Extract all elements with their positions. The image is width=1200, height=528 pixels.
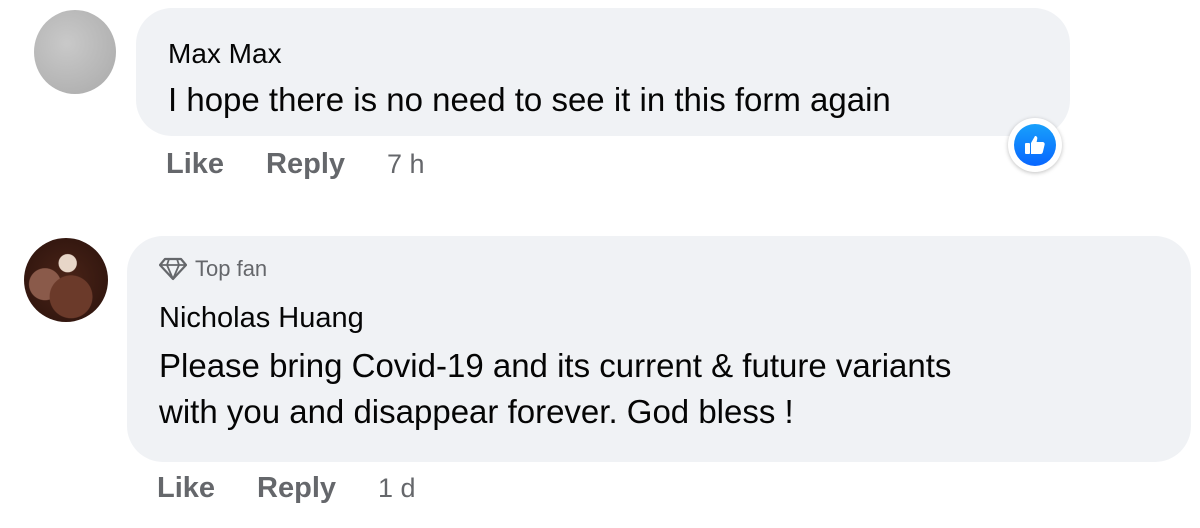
comment-bubble: Top fan Nicholas Huang Please bring Covi…: [127, 236, 1191, 462]
reply-button[interactable]: Reply: [266, 148, 345, 181]
like-button[interactable]: Like: [157, 472, 215, 505]
reaction-badge[interactable]: [1008, 118, 1062, 172]
reply-button[interactable]: Reply: [257, 472, 336, 505]
comment-text: Please bring Covid-19 and its current & …: [159, 343, 951, 435]
comment-author[interactable]: Nicholas Huang: [159, 302, 364, 335]
comment-text-line: with you and disappear forever. God bles…: [159, 393, 794, 430]
avatar[interactable]: [24, 238, 108, 322]
comment-timestamp[interactable]: 1 d: [378, 473, 416, 504]
comments-section: Max Max I hope there is no need to see i…: [0, 0, 1200, 528]
comment-text-line: Please bring Covid-19 and its current & …: [159, 347, 952, 384]
top-fan-badge: Top fan: [158, 256, 268, 282]
thumbs-up-icon: [1014, 124, 1056, 166]
top-fan-label: Top fan: [195, 256, 268, 281]
comment-bubble: Max Max I hope there is no need to see i…: [136, 8, 1070, 136]
comment-actions: Like Reply 7 h: [166, 148, 425, 181]
comment-timestamp[interactable]: 7 h: [387, 149, 425, 180]
comment-actions: Like Reply 1 d: [157, 472, 416, 505]
comment-author[interactable]: Max Max: [168, 38, 282, 70]
avatar[interactable]: [34, 10, 116, 94]
diamond-icon: [158, 257, 188, 281]
comment-text: I hope there is no need to see it in thi…: [168, 81, 891, 118]
like-button[interactable]: Like: [166, 148, 224, 181]
